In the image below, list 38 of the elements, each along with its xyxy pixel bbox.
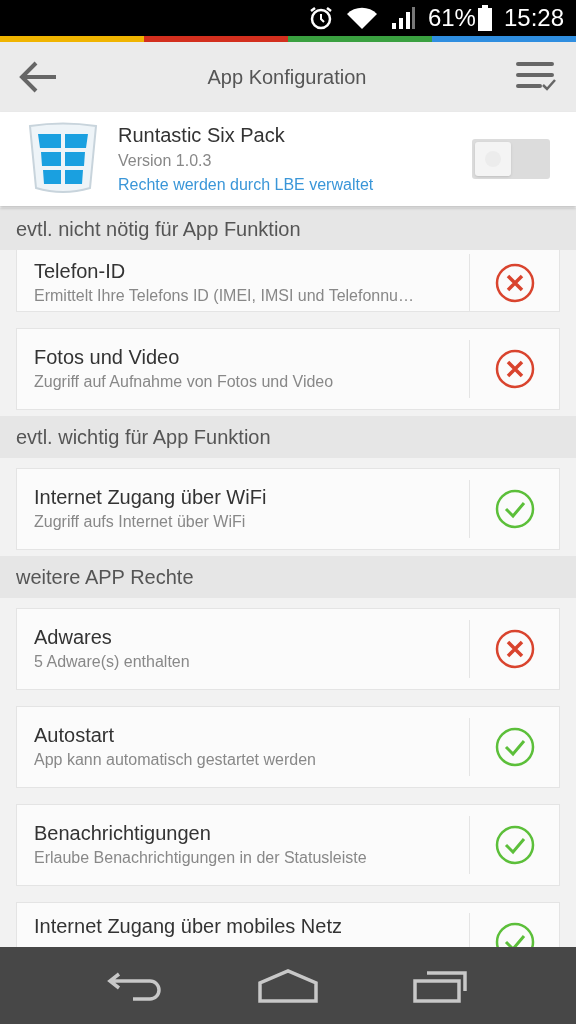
app-name: Runtastic Six Pack xyxy=(118,123,286,148)
clock: 15:28 xyxy=(503,3,564,33)
permission-title: Autostart xyxy=(34,723,116,748)
battery-percentage: 61% xyxy=(427,3,476,33)
section-header: evtl. wichtig für App Funktion xyxy=(16,425,271,450)
wifi-icon xyxy=(345,6,378,30)
section-header: weitere APP Rechte xyxy=(16,565,194,590)
app-note: Rechte werden durch LBE verwaltet xyxy=(118,175,375,195)
permission-card[interactable]: Adwares 5 Adware(s) enthalten xyxy=(16,608,560,690)
permission-description: Zugriff aufs Internet über WiFi xyxy=(34,512,247,532)
nav-back-icon[interactable] xyxy=(107,970,164,1001)
permission-title: Internet Zugang über mobiles Netz xyxy=(34,914,343,939)
section-header: evtl. nicht nötig für App Funktion xyxy=(16,217,301,242)
permission-title: Adwares xyxy=(34,625,113,650)
back-icon[interactable] xyxy=(18,60,58,94)
recents-icon[interactable] xyxy=(412,968,469,1003)
permission-description: Zugriff auf Aufnahme von Fotos und Video xyxy=(34,372,335,392)
toggle-switch[interactable] xyxy=(472,139,550,179)
app-icon xyxy=(26,122,100,196)
permission-description: Erlaube Benachrichtigungen in der Statusleiste xyxy=(34,848,368,868)
permission-card[interactable]: Fotos und Video Zugriff auf Aufnahme von Fotos und Video xyxy=(16,328,560,410)
permission-description: Ermittelt Ihre Telefons ID (IMEI, IMSI und Telefonnu… xyxy=(34,285,415,306)
permission-card[interactable]: Autostart App kann automatisch gestartet werden xyxy=(16,706,560,788)
signal-icon xyxy=(389,5,416,31)
permission-description: 5 Adware(s) enthalten xyxy=(34,652,191,672)
permission-title: Benachrichtigungen xyxy=(34,821,212,846)
permission-card[interactable]: Benachrichtigungen Erlaube Benachrichtigungen in der Statusleiste xyxy=(16,804,560,886)
app-version: Version 1.0.3 xyxy=(118,151,213,171)
permission-description: App kann automatisch gestartet werden xyxy=(34,750,317,770)
permission-title: Telefon-ID xyxy=(34,258,127,284)
permission-card[interactable]: Internet Zugang über WiFi Zugriff aufs Internet über WiFi xyxy=(16,468,560,550)
permission-title: Internet Zugang über WiFi xyxy=(34,485,268,510)
permission-card[interactable]: Internet Zugang über mobiles Netz xyxy=(16,902,560,947)
screen-title: App Konfiguration xyxy=(207,65,367,90)
battery-icon xyxy=(477,5,492,31)
permission-title: Fotos und Video xyxy=(34,345,181,370)
home-icon[interactable] xyxy=(258,968,318,1003)
permission-card[interactable]: Telefon-ID Ermittelt Ihre Telefons ID (IMEI, IMSI und Telefonnu… xyxy=(16,250,560,312)
